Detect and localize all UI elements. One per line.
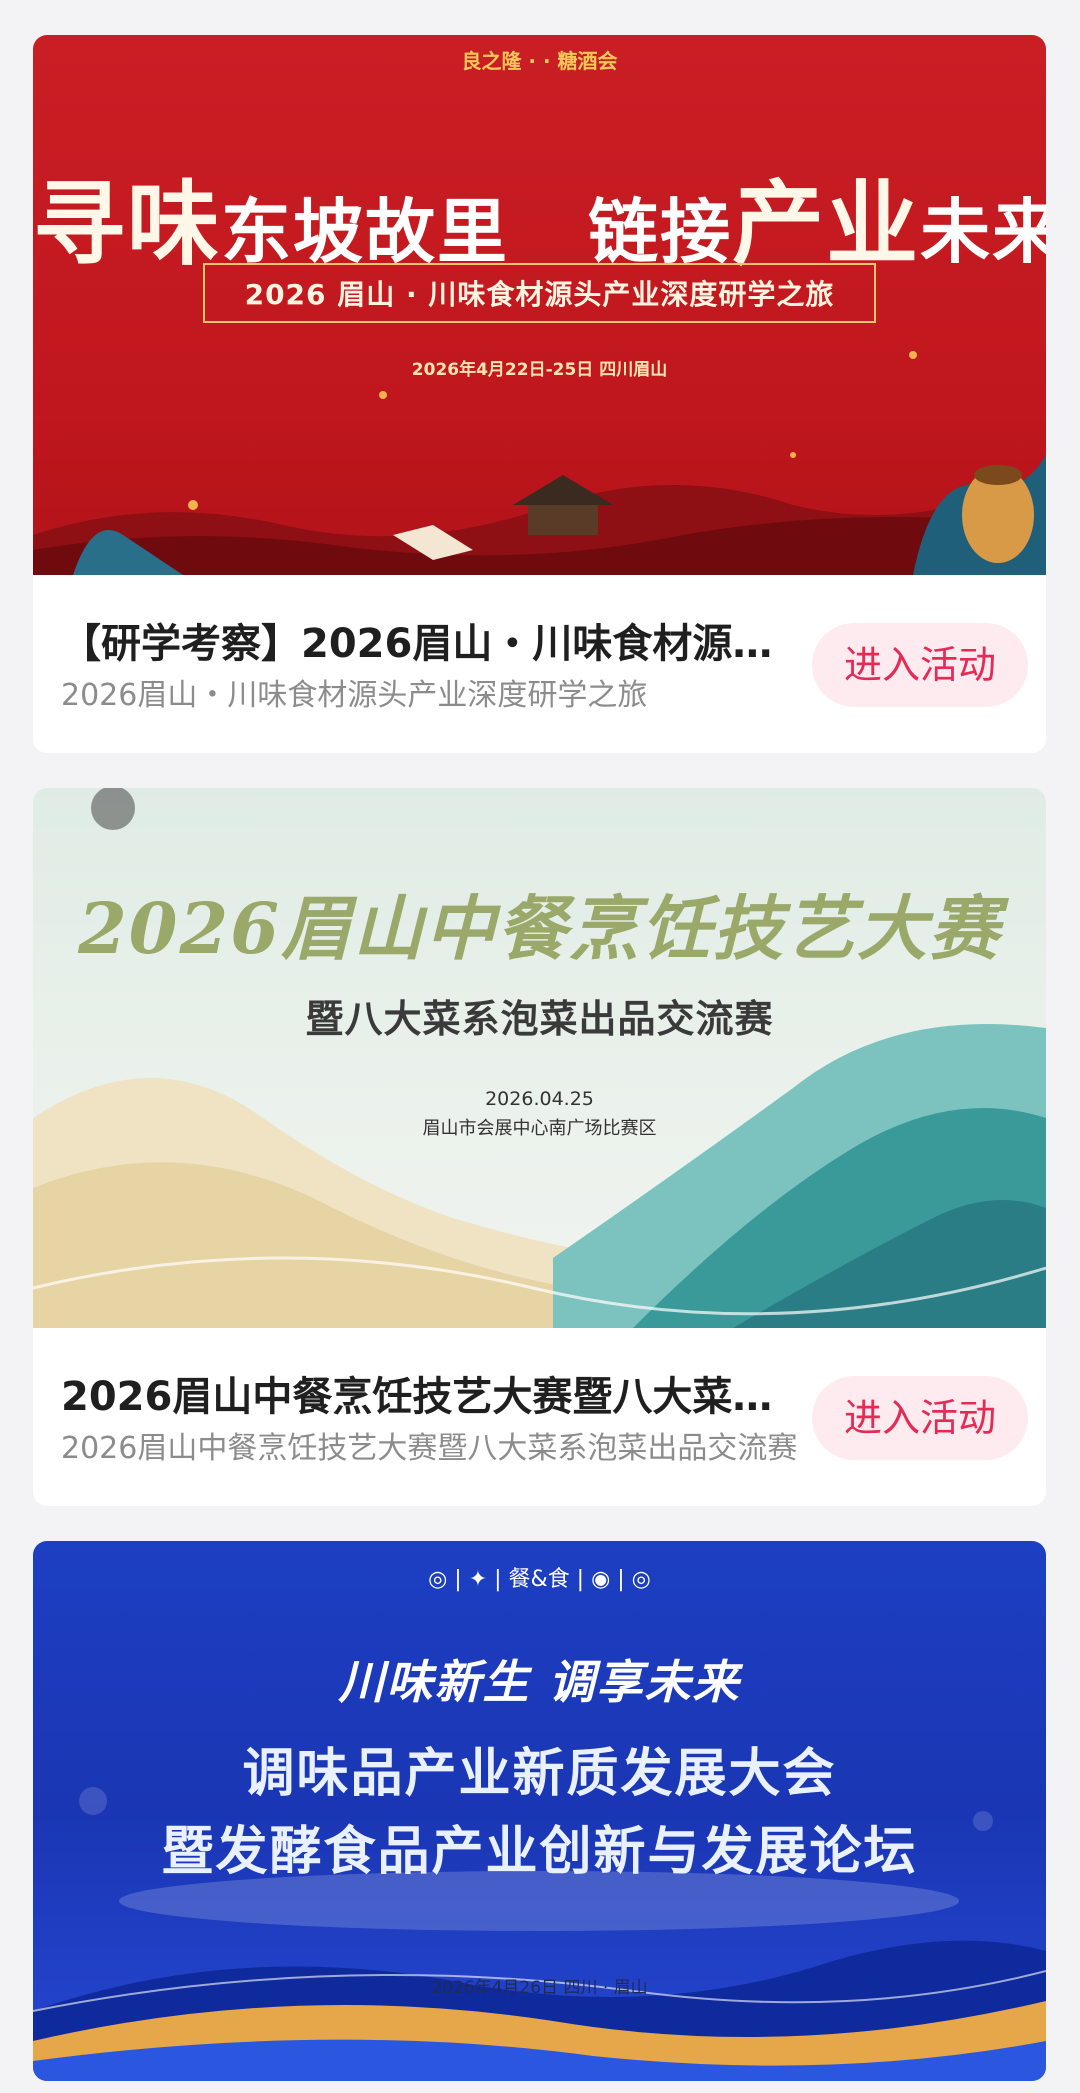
sponsor-logos: ◎ | ✦ | 餐&食 | ◉ | ◎	[428, 1567, 651, 1592]
enter-activity-button[interactable]: 进入活动	[812, 1376, 1028, 1460]
activity-banner[interactable]: 良之隆 · · 糖酒会 寻味东坡故里 链接产业未来 2026 眉山 · 川味食材…	[33, 35, 1046, 575]
activity-title: 2026眉山中餐烹饪技艺大赛暨八大菜系泡菜出品交流赛	[61, 1374, 811, 1420]
banner-date: 2026年4月22日-25日 四川眉山	[411, 360, 668, 380]
activity-banner[interactable]: ◎ | ✦ | 餐&食 | ◉ | ◎ 川味新生 调享未来 调味品产业新质发展大…	[33, 1541, 1046, 2081]
activity-title: 【研学考察】2026眉山・川味食材源头产业深度研学之旅	[61, 621, 811, 667]
banner-headline: 调味品产业新质发展大会	[242, 1744, 837, 1804]
enter-activity-button[interactable]: 进入活动	[812, 623, 1028, 707]
banner-slogan: 川味新生 调享未来	[338, 1655, 741, 1709]
activity-subtitle: 2026眉山・川味食材源头产业深度研学之旅	[61, 678, 648, 713]
activity-card[interactable]: 良之隆 · · 糖酒会 寻味东坡故里 链接产业未来 2026 眉山 · 川味食材…	[33, 35, 1046, 753]
banner-subtitle: 暨八大菜系泡菜出品交流赛	[305, 996, 774, 1041]
banner-date: 2026年4月26日 四川 · 眉山	[431, 1978, 648, 1998]
banner-subtitle: 2026 眉山 · 川味食材源头产业深度研学之旅	[244, 278, 835, 311]
activity-subtitle: 2026眉山中餐烹饪技艺大赛暨八大菜系泡菜出品交流赛	[61, 1431, 798, 1466]
banner-date: 2026.04.25	[485, 1088, 594, 1110]
activity-feed: 良之隆 · · 糖酒会 寻味东坡故里 链接产业未来 2026 眉山 · 川味食材…	[0, 0, 1080, 2093]
banner-subheadline: 暨发酵食品产业创新与发展论坛	[161, 1822, 918, 1882]
activity-banner[interactable]: 2026眉山中餐烹饪技艺大赛 暨八大菜系泡菜出品交流赛 2026.04.25 眉…	[33, 788, 1046, 1328]
sponsor-logos: 良之隆 · · 糖酒会	[461, 49, 618, 73]
card-info: 2026眉山中餐烹饪技艺大赛暨八大菜系泡菜出品交流赛 2026眉山中餐烹饪技艺大…	[33, 1328, 1046, 1506]
banner-venue: 眉山市会展中心南广场比赛区	[422, 1118, 657, 1139]
activity-card[interactable]: ◎ | ✦ | 餐&食 | ◉ | ◎ 川味新生 调享未来 调味品产业新质发展大…	[33, 1541, 1046, 2081]
banner-decoration	[33, 788, 1046, 1328]
activity-card[interactable]: 2026眉山中餐烹饪技艺大赛 暨八大菜系泡菜出品交流赛 2026.04.25 眉…	[33, 788, 1046, 1506]
banner-headline: 2026眉山中餐烹饪技艺大赛	[78, 887, 1001, 970]
card-info: 【研学考察】2026眉山・川味食材源头产业深度研学之旅 2026眉山・川味食材源…	[33, 575, 1046, 753]
